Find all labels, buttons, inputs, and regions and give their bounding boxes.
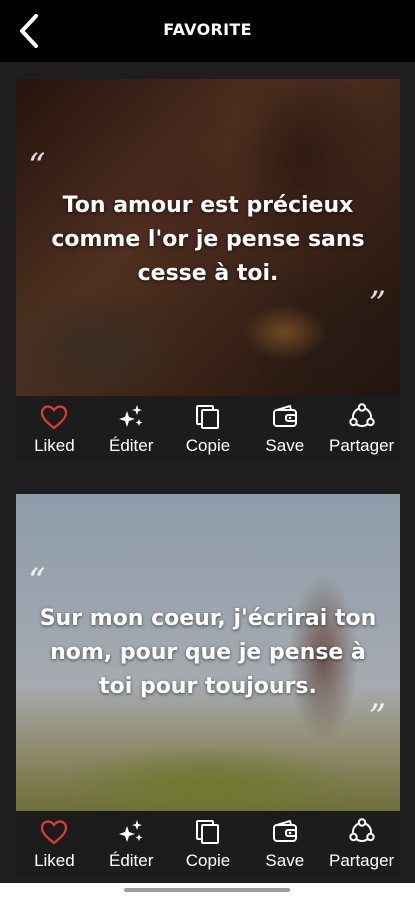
- copy-icon: [195, 820, 219, 844]
- liked-button[interactable]: Liked: [16, 396, 93, 462]
- quote-text: Ton amour est précieux comme l'or je pen…: [51, 193, 365, 286]
- copy-icon: [195, 405, 219, 429]
- sparkle-icon: [119, 820, 143, 842]
- save-button[interactable]: Save: [246, 811, 323, 877]
- heart-icon: [41, 820, 68, 845]
- copy-button[interactable]: Copie: [170, 811, 247, 877]
- wallet-icon: [272, 405, 297, 427]
- share-icon: [348, 403, 375, 427]
- edit-button[interactable]: Éditer: [93, 811, 170, 877]
- quote-card: “ Sur mon coeur, j'écrirai ton nom, pour…: [16, 494, 400, 877]
- quote-image[interactable]: “ Ton amour est précieux comme l'or je p…: [16, 79, 400, 396]
- quote-text: Sur mon coeur, j'écrirai ton nom, pour q…: [39, 606, 377, 699]
- share-icon: [348, 818, 375, 842]
- page-title: FAVORITE: [163, 20, 252, 39]
- open-quote-mark: “: [28, 561, 46, 601]
- liked-label: Liked: [34, 436, 75, 455]
- share-button[interactable]: Partager: [323, 396, 400, 462]
- quote-image[interactable]: “ Sur mon coeur, j'écrirai ton nom, pour…: [16, 494, 400, 811]
- heart-icon: [41, 405, 68, 430]
- liked-button[interactable]: Liked: [16, 811, 93, 877]
- card-actions: Liked Éditer Copie Save Partager: [16, 811, 400, 877]
- app-bar: FAVORITE: [0, 0, 415, 62]
- copy-button[interactable]: Copie: [170, 396, 247, 462]
- save-label: Save: [265, 436, 305, 455]
- copy-label: Copie: [185, 851, 231, 870]
- edit-button[interactable]: Éditer: [93, 396, 170, 462]
- copy-label: Copie: [185, 436, 231, 455]
- save-button[interactable]: Save: [246, 396, 323, 462]
- edit-label: Éditer: [108, 851, 154, 870]
- share-label: Partager: [328, 436, 395, 455]
- home-indicator[interactable]: [124, 888, 290, 892]
- close-quote-mark: ”: [368, 697, 386, 737]
- save-label: Save: [265, 851, 305, 870]
- share-label: Partager: [328, 851, 395, 870]
- card-actions: Liked Éditer Copie Save Partager: [16, 396, 400, 462]
- share-button[interactable]: Partager: [323, 811, 400, 877]
- edit-label: Éditer: [108, 436, 154, 455]
- quote-card: “ Ton amour est précieux comme l'or je p…: [16, 79, 400, 462]
- liked-label: Liked: [34, 851, 75, 870]
- sparkle-icon: [119, 405, 143, 427]
- open-quote-mark: “: [28, 146, 46, 186]
- close-quote-mark: ”: [368, 284, 386, 324]
- wallet-icon: [272, 820, 297, 842]
